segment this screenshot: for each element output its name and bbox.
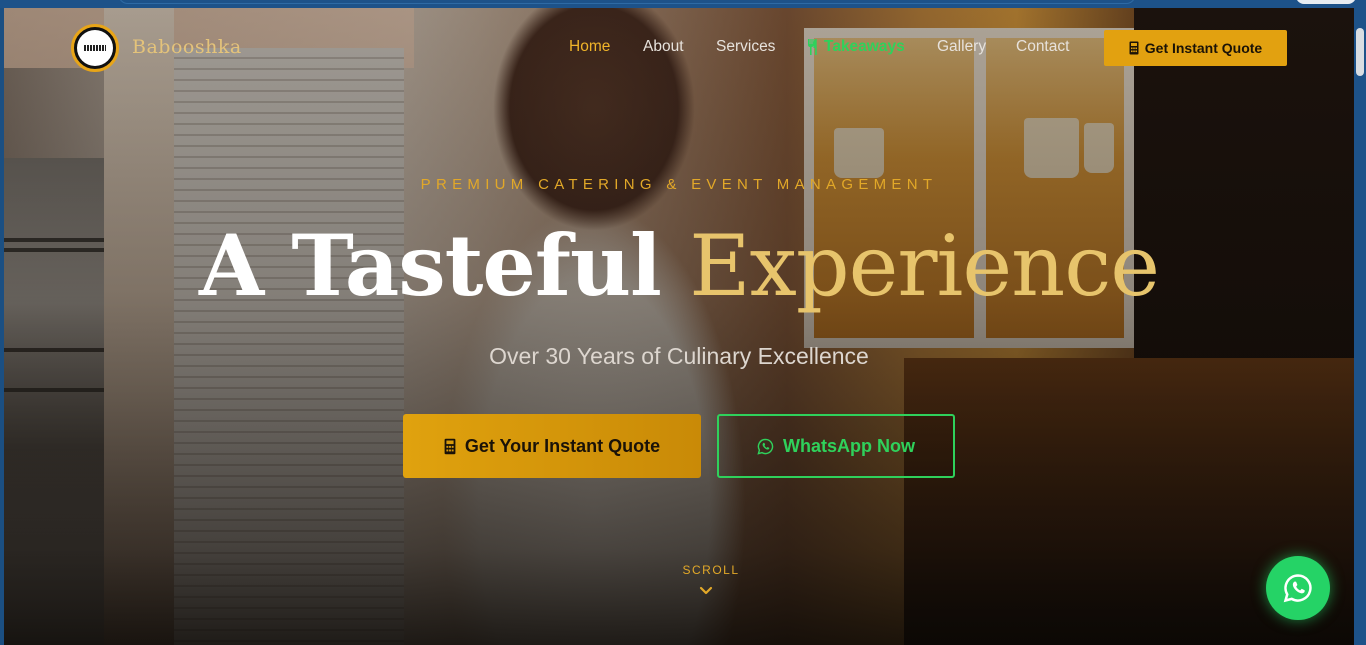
window-control-edge — [1296, 0, 1356, 4]
calculator-icon — [444, 438, 456, 454]
whatsapp-now-button[interactable]: WhatsApp Now — [717, 414, 955, 478]
nav-services[interactable]: Services — [716, 38, 775, 56]
whatsapp-floating-button[interactable] — [1266, 556, 1330, 620]
nav-about[interactable]: About — [643, 38, 684, 56]
babooshka-logo[interactable] — [71, 24, 119, 72]
headline-white: A Tasteful — [199, 216, 662, 315]
browser-top-strip — [0, 0, 1366, 8]
whatsapp-icon — [757, 438, 774, 455]
brand-name[interactable]: Babooshka — [132, 36, 242, 58]
address-bar-edge — [118, 0, 1136, 4]
scroll-label[interactable]: SCROLL — [4, 563, 1354, 577]
hero-eyebrow: PREMIUM CATERING & EVENT MANAGEMENT — [420, 176, 938, 193]
utensils-icon — [808, 39, 817, 55]
get-your-instant-quote-button[interactable]: Get Your Instant Quote — [403, 414, 701, 478]
nav-cta-label: Get Instant Quote — [1144, 40, 1263, 56]
nav-gallery[interactable]: Gallery — [937, 38, 986, 56]
get-instant-quote-button[interactable]: Get Instant Quote — [1104, 30, 1287, 66]
secondary-button-label: WhatsApp Now — [783, 435, 915, 456]
navbar: Babooshka Home About Services Takeaways … — [4, 8, 1354, 88]
nav-takeaways[interactable]: Takeaways — [806, 38, 905, 56]
hero-background-image — [4, 8, 1354, 645]
whatsapp-icon — [1283, 574, 1312, 603]
hero-section: Babooshka Home About Services Takeaways … — [4, 8, 1354, 645]
scrollbar-thumb[interactable] — [1356, 28, 1364, 76]
nav-takeaways-label[interactable]: Takeaways — [824, 38, 905, 56]
calculator-icon — [1129, 41, 1139, 55]
nav-home[interactable]: Home — [569, 38, 610, 56]
headline-gold: Experience — [689, 217, 1160, 315]
hero-subtitle: Over 30 Years of Culinary Excellence — [489, 343, 869, 369]
nav-contact[interactable]: Contact — [1016, 38, 1069, 56]
hero-headline: A Tasteful Experience — [4, 216, 1354, 315]
chevron-down-icon[interactable] — [699, 584, 713, 598]
primary-button-label: Get Your Instant Quote — [464, 435, 661, 456]
page-scrollbar[interactable] — [1354, 8, 1366, 645]
